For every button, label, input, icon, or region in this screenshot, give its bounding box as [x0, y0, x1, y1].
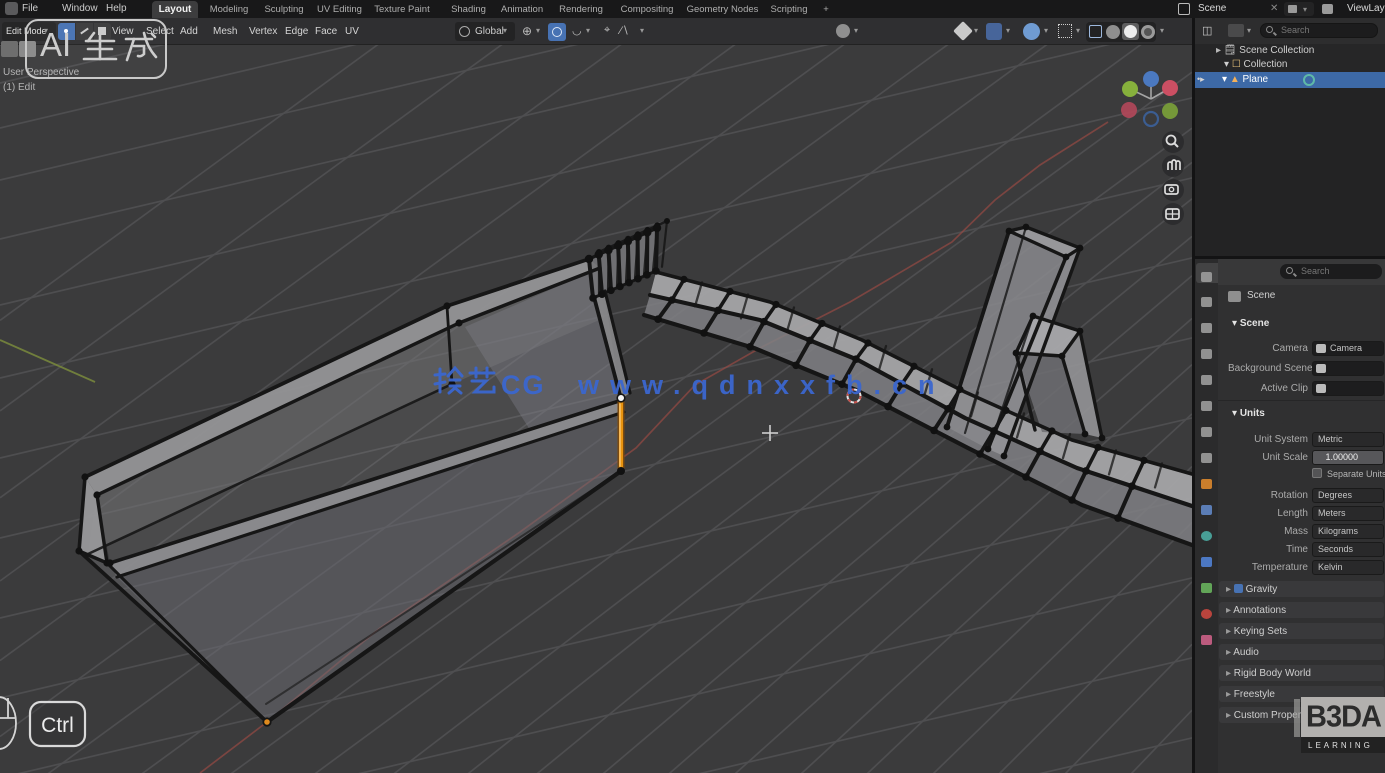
svg-text:Ctrl: Ctrl [41, 714, 74, 737]
svg-text:www.qdnxxfb.cn: www.qdnxxfb.cn [577, 370, 946, 400]
svg-text:(1) Edit: (1) Edit [3, 82, 35, 93]
svg-text:CG: CG [501, 370, 546, 400]
